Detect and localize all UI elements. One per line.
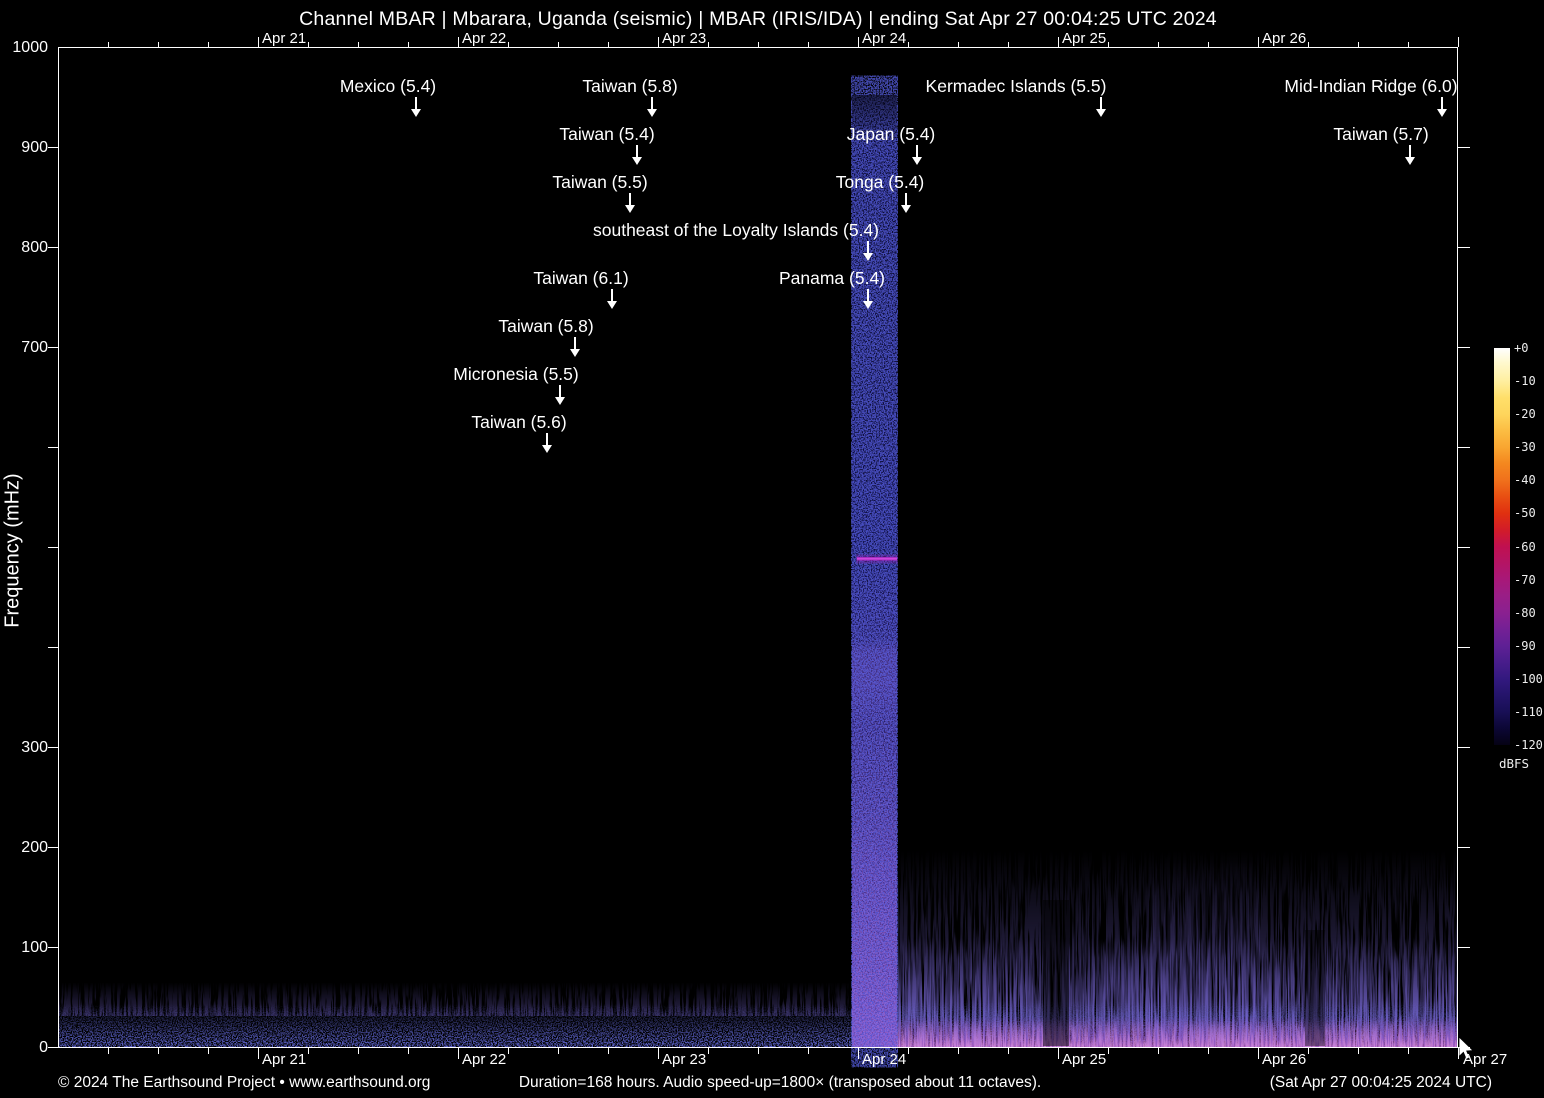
top-date-label: Apr 21 [262, 30, 307, 47]
y-axis-title: Frequency (mHz) [1, 473, 24, 628]
top-date-label: Apr 23 [662, 30, 707, 47]
spectrogram-screenshot: Channel MBAR | Mbarara, Uganda (seismic)… [0, 0, 1544, 1098]
y-tick-label: 200 [21, 839, 48, 856]
chart-title: Channel MBAR | Mbarara, Uganda (seismic)… [299, 8, 1217, 30]
event-arrow-icon [863, 241, 873, 261]
top-date-label: Apr 26 [1262, 30, 1307, 47]
colorbar-label: +0 [1514, 341, 1529, 355]
event-label: Taiwan (5.8) [582, 76, 678, 96]
colorbar-label: -40 [1514, 473, 1536, 487]
event-arrow-icon [607, 289, 617, 309]
event-arrow-icon [1437, 97, 1447, 117]
event-label: Mid-Indian Ridge (6.0) [1284, 76, 1458, 96]
colorbar-label: -110 [1514, 705, 1543, 719]
event-arrow-icon [542, 433, 552, 453]
event-arrow-icon [625, 193, 635, 213]
bottom-date-label: Apr 25 [1062, 1051, 1107, 1068]
bottom-date-label: Apr 21 [262, 1051, 307, 1068]
bottom-date-label: Apr 22 [462, 1051, 507, 1068]
event-arrow-icon [570, 337, 580, 357]
bottom-date-label: Apr 23 [662, 1051, 707, 1068]
event-arrow-icon [1096, 97, 1106, 117]
top-date-label: Apr 22 [462, 30, 507, 47]
y-tick-label: 300 [21, 739, 48, 756]
left-axis-ticks [48, 48, 58, 1048]
y-tick-label: 800 [21, 239, 48, 256]
event-label: Taiwan (5.5) [552, 172, 648, 192]
event-label: Taiwan (5.7) [1333, 124, 1429, 144]
y-tick-label: 1000 [12, 39, 48, 56]
event-label: Taiwan (6.1) [533, 268, 629, 288]
event-label: Taiwan (5.4) [559, 124, 655, 144]
end-timestamp-text: (Sat Apr 27 00:04:25 2024 UTC) [1269, 1074, 1492, 1091]
event-label: Mexico (5.4) [339, 76, 437, 96]
colorbar-label: -10 [1514, 374, 1536, 388]
event-label: Tonga (5.4) [835, 172, 925, 192]
y-tick-label: 700 [21, 339, 48, 356]
colorbar-label: -30 [1514, 440, 1536, 454]
top-date-label: Apr 25 [1062, 30, 1107, 47]
event-arrow-icon [632, 145, 642, 165]
event-label: southeast of the Loyalty Islands (5.4) [593, 220, 879, 240]
spectrogram-canvas [58, 47, 1474, 1060]
y-tick-label: 900 [21, 139, 48, 156]
event-arrow-icon [555, 385, 565, 405]
event-label: Kermadec Islands (5.5) [925, 76, 1107, 96]
event-label: Panama (5.4) [778, 268, 886, 288]
tone-490mhz [856, 554, 898, 564]
event-label: Japan (5.4) [846, 124, 936, 144]
bottom-date-label: Apr 27 [1463, 1051, 1508, 1068]
event-arrow-icon [411, 97, 421, 117]
colorbar-label: -120 [1514, 738, 1543, 752]
colorbar-label: -20 [1514, 407, 1536, 421]
event-arrow-icon [647, 97, 657, 117]
colorbar-label: -80 [1514, 606, 1536, 620]
y-tick-label: 0 [39, 1039, 48, 1056]
colorbar-label: -60 [1514, 540, 1536, 554]
colorbar [1494, 348, 1510, 745]
colorbar-label: -70 [1514, 573, 1536, 587]
colorbar-unit: dBFS [1498, 756, 1530, 771]
top-date-label: Apr 24 [862, 30, 907, 47]
colorbar-label: -50 [1514, 506, 1536, 520]
event-arrow-icon [901, 193, 911, 213]
bottom-date-label: Apr 24 [862, 1051, 907, 1068]
event-arrow-icon [863, 289, 873, 309]
elevated-noise-right [880, 850, 1458, 1048]
event-arrow-icon [912, 145, 922, 165]
event-label: Micronesia (5.5) [453, 364, 579, 384]
event-label: Taiwan (5.8) [498, 316, 594, 336]
colorbar-label: -90 [1514, 639, 1536, 653]
microseism-noise-left [59, 982, 897, 1048]
event-arrow-icon [1405, 145, 1415, 165]
colorbar-label: -100 [1514, 672, 1543, 686]
bottom-date-label: Apr 26 [1262, 1051, 1307, 1068]
right-axis-ticks [1458, 48, 1470, 1048]
y-tick-label: 100 [21, 939, 48, 956]
event-label: Taiwan (5.6) [471, 412, 567, 432]
